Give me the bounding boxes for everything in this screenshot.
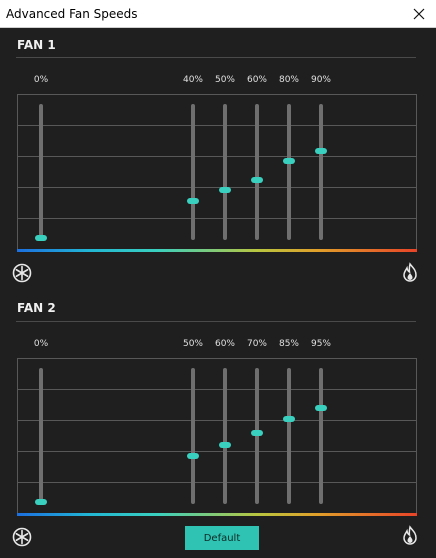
fan-1-point-3-slider[interactable] (223, 104, 227, 240)
fan-1-point-1-thumb[interactable] (35, 235, 47, 241)
window-title: Advanced Fan Speeds (6, 7, 138, 21)
fan-1-point-5-slider[interactable] (287, 104, 291, 240)
title-bar: Advanced Fan Speeds (0, 0, 436, 28)
fan-2-point-6-label: 95% (310, 339, 331, 349)
fan-1-point-3-label: 50% (214, 75, 235, 85)
fan-2-point-2-label: 50% (182, 339, 203, 349)
gridline (18, 156, 416, 157)
fan-1-point-6-slider[interactable] (319, 104, 323, 240)
fan-1-point-2-thumb[interactable] (187, 198, 199, 205)
snowflake-icon (12, 527, 32, 547)
fan-2-point-1-slider[interactable] (39, 368, 43, 504)
fan-2-point-1-label: 0% (33, 339, 49, 349)
fan-2-curve-graph (17, 358, 417, 514)
fan-1-point-1-label: 0% (33, 75, 49, 85)
fan-1-point-5-label: 80% (278, 75, 299, 85)
close-button[interactable] (406, 2, 432, 26)
fan-1-point-4-slider[interactable] (255, 104, 259, 240)
fan-2-temperature-gradient (17, 513, 417, 516)
fan-2-point-4-thumb[interactable] (251, 430, 263, 437)
fan-2-divider (16, 321, 416, 322)
fan-2-point-2-slider[interactable] (191, 368, 195, 504)
fan-1-divider (16, 57, 416, 58)
gridline (18, 389, 416, 390)
fan-1-point-4-label: 60% (246, 75, 267, 85)
fan-2-point-1-thumb[interactable] (35, 499, 47, 505)
fan-1-temperature-gradient (17, 249, 417, 252)
fan-2-point-5-thumb[interactable] (283, 415, 295, 422)
fan-2-point-6-slider[interactable] (319, 368, 323, 504)
fan-2-point-3-thumb[interactable] (219, 442, 231, 449)
fan-1-point-3-thumb[interactable] (219, 187, 231, 194)
default-button[interactable]: Default (185, 526, 259, 550)
fan-2-point-6-thumb[interactable] (315, 405, 327, 412)
fan-1-point-4-thumb[interactable] (251, 176, 263, 183)
fan-1-point-5-thumb[interactable] (283, 158, 295, 165)
fan-1-point-1-slider[interactable] (39, 104, 43, 240)
fan-2-point-3-slider[interactable] (223, 368, 227, 504)
gridline (18, 482, 416, 483)
fan-1-point-2-slider[interactable] (191, 104, 195, 240)
gridline (18, 451, 416, 452)
fan-2-point-5-label: 85% (278, 339, 299, 349)
gridline (18, 420, 416, 421)
flame-icon (403, 262, 417, 282)
fan-1-point-6-thumb[interactable] (315, 147, 327, 154)
fan-1-title: FAN 1 (17, 38, 56, 52)
flame-icon (403, 525, 417, 545)
gridline (18, 218, 416, 219)
fan-2-point-2-thumb[interactable] (187, 452, 199, 459)
fan-2-point-4-label: 70% (246, 339, 267, 349)
fan-2-point-5-slider[interactable] (287, 368, 291, 504)
fan-2-title: FAN 2 (17, 301, 56, 315)
fan-1-point-6-label: 90% (310, 75, 331, 85)
gridline (18, 125, 416, 126)
gridline (18, 187, 416, 188)
fan-1-point-2-label: 40% (182, 75, 203, 85)
fan-2-point-3-label: 60% (214, 339, 235, 349)
snowflake-icon (12, 263, 32, 283)
close-icon (413, 8, 425, 20)
fan-1-curve-graph (17, 94, 417, 250)
